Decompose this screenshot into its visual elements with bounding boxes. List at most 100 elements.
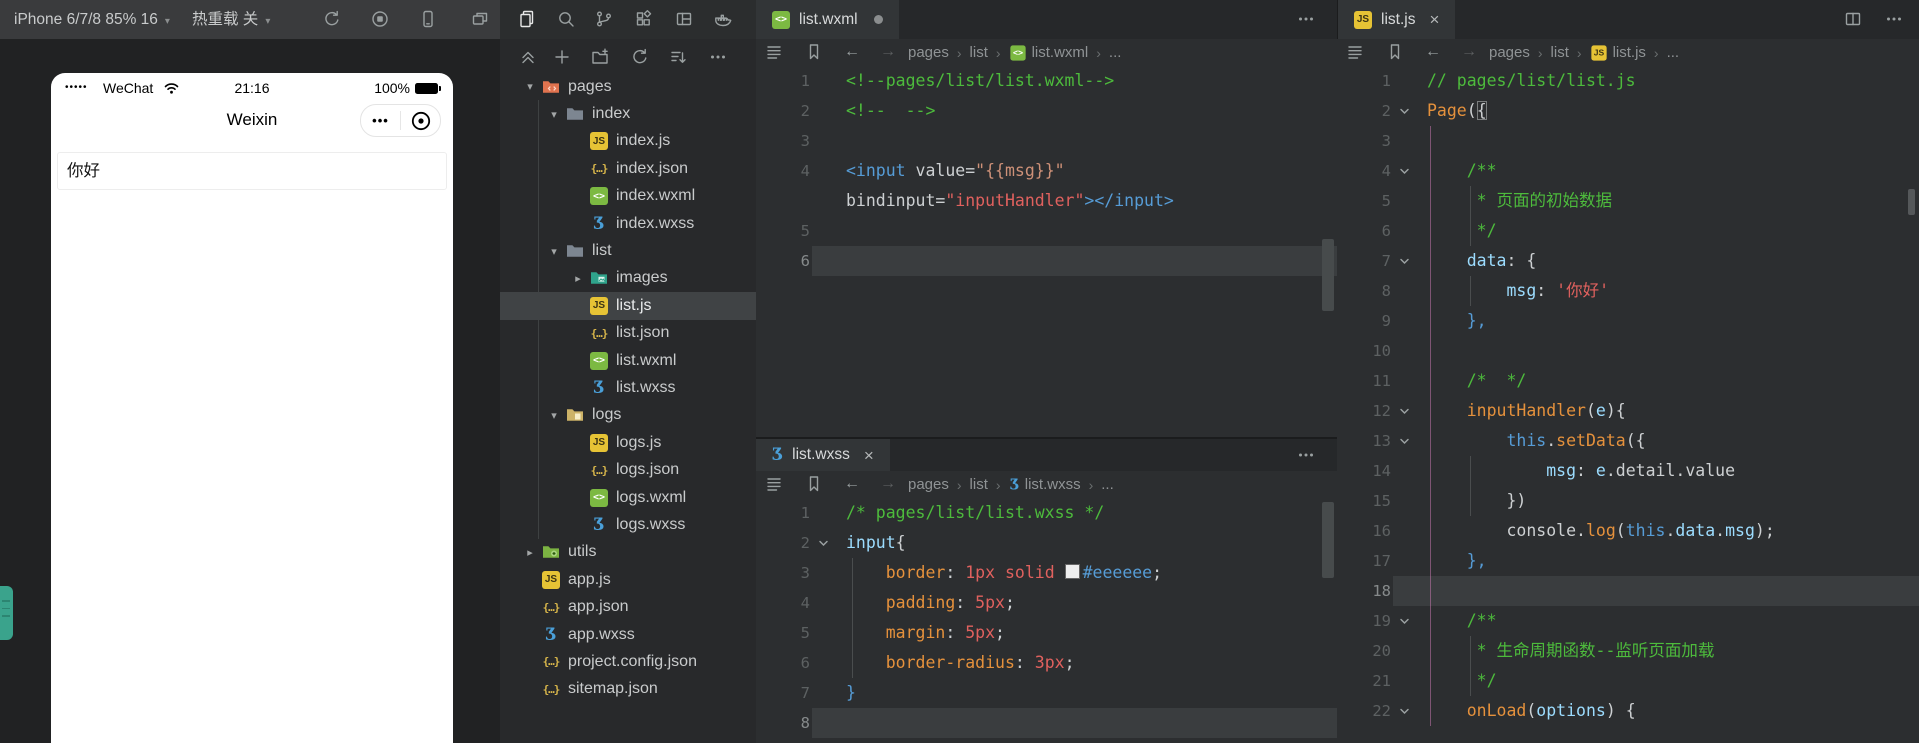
tree-file-sitemap.json[interactable]: {…} sitemap.json bbox=[500, 676, 756, 703]
tree-file-index.js[interactable]: JS index.js bbox=[500, 128, 756, 155]
code-line[interactable]: 7 data: { bbox=[1337, 246, 1919, 276]
outline-icon[interactable] bbox=[1345, 42, 1365, 62]
fold-chevron-icon[interactable] bbox=[810, 528, 836, 558]
code-line[interactable]: 3 border: 1px solid #eeeeee; bbox=[756, 558, 1337, 588]
back-icon[interactable]: ← bbox=[1423, 42, 1443, 62]
forward-icon[interactable]: → bbox=[1459, 42, 1479, 62]
fold-chevron-icon[interactable] bbox=[1391, 606, 1417, 636]
refresh-icon[interactable] bbox=[630, 47, 650, 67]
code-line[interactable]: 4 <input value="{{msg}}" bbox=[756, 156, 1337, 186]
more-icon[interactable] bbox=[1296, 9, 1316, 29]
breadcrumb-item[interactable]: JS list.js bbox=[1590, 44, 1646, 62]
scrollbar[interactable] bbox=[1908, 189, 1915, 215]
js-code-area[interactable]: 1// pages/list/list.js 2 Page({3 4 /** 5 * 页… bbox=[1337, 66, 1919, 726]
bookmark-icon[interactable] bbox=[804, 474, 824, 494]
tab-list-wxml[interactable]: <> list.wxml bbox=[756, 0, 899, 39]
scrollbar[interactable] bbox=[1322, 502, 1334, 578]
bookmark-icon[interactable] bbox=[804, 42, 824, 62]
more-icon[interactable] bbox=[708, 47, 728, 67]
more-icon[interactable] bbox=[1884, 9, 1904, 29]
tree-file-app.wxss[interactable]: Ʒapp.wxss bbox=[500, 621, 756, 648]
code-line[interactable]: 13 this.setData({ bbox=[1337, 426, 1919, 456]
tree-file-app.json[interactable]: {…} app.json bbox=[500, 593, 756, 620]
device-icon[interactable] bbox=[418, 9, 438, 29]
code-line[interactable]: 16 console.log(this.data.msg); bbox=[1337, 516, 1919, 546]
tree-file-logs.wxss[interactable]: Ʒlogs.wxss bbox=[500, 511, 756, 538]
close-icon[interactable]: × bbox=[1429, 11, 1439, 28]
code-line[interactable]: 7} bbox=[756, 678, 1337, 708]
code-line[interactable]: 19 /** bbox=[1337, 606, 1919, 636]
tree-file-app.js[interactable]: JS app.js bbox=[500, 566, 756, 593]
code-line[interactable]: 4 padding: 5px; bbox=[756, 588, 1337, 618]
collapse-icon[interactable] bbox=[518, 47, 538, 67]
tab-list-wxss[interactable]: Ʒ list.wxss × bbox=[756, 439, 890, 471]
menu-dots-icon[interactable]: ••• bbox=[361, 113, 400, 128]
code-line[interactable]: 4 /** bbox=[1337, 156, 1919, 186]
code-line[interactable]: 3 bbox=[756, 126, 1337, 156]
home-target-icon[interactable] bbox=[401, 110, 440, 132]
tree-file-list.json[interactable]: {…} list.json bbox=[500, 320, 756, 347]
code-line[interactable]: 11 /* */ bbox=[1337, 366, 1919, 396]
tree-folder-pages[interactable]: ▾ pages bbox=[500, 73, 756, 100]
fold-chevron-icon[interactable] bbox=[1391, 156, 1417, 186]
tree-file-index.wxml[interactable]: <> index.wxml bbox=[500, 183, 756, 210]
color-swatch[interactable] bbox=[1064, 564, 1080, 579]
split-editor-icon[interactable] bbox=[1843, 9, 1863, 29]
breadcrumb-item[interactable]: ... bbox=[1109, 44, 1122, 61]
outline-icon[interactable] bbox=[764, 42, 784, 62]
code-line[interactable]: 6 */ bbox=[1337, 216, 1919, 246]
outline-icon[interactable] bbox=[764, 474, 784, 494]
files-icon[interactable] bbox=[517, 9, 537, 29]
code-line[interactable]: 5 * 页面的初始数据 bbox=[1337, 186, 1919, 216]
code-line[interactable]: 9 }, bbox=[1337, 306, 1919, 336]
more-icon[interactable] bbox=[1296, 445, 1316, 465]
breadcrumb-item[interactable]: ... bbox=[1101, 476, 1114, 493]
search-icon[interactable] bbox=[556, 9, 576, 29]
breadcrumb-item[interactable]: list bbox=[970, 476, 988, 493]
code-line[interactable]: 6 border-radius: 3px; bbox=[756, 648, 1337, 678]
refresh-icon[interactable] bbox=[322, 9, 342, 29]
breadcrumb-item[interactable]: pages bbox=[1489, 44, 1530, 61]
code-line[interactable]: 1 // pages/list/list.js bbox=[1337, 66, 1919, 96]
close-icon[interactable]: × bbox=[864, 447, 874, 464]
breadcrumb-item[interactable]: list bbox=[1551, 44, 1569, 61]
code-line[interactable]: 5 bbox=[756, 216, 1337, 246]
back-icon[interactable]: ← bbox=[842, 42, 862, 62]
forward-icon[interactable]: → bbox=[878, 474, 898, 494]
breadcrumb-item[interactable]: list bbox=[970, 44, 988, 61]
scrollbar[interactable] bbox=[1322, 239, 1334, 311]
breadcrumb-item[interactable]: <> list.wxml bbox=[1009, 44, 1088, 62]
tree-file-list.wxml[interactable]: <> list.wxml bbox=[500, 347, 756, 374]
code-line[interactable]: bindinput="inputHandler"></input> bbox=[756, 186, 1337, 216]
tree-file-project.config.json[interactable]: {…} project.config.json bbox=[500, 648, 756, 675]
bookmark-icon[interactable] bbox=[1385, 42, 1405, 62]
breadcrumb-item[interactable]: pages bbox=[908, 476, 949, 493]
wxml-code-area[interactable]: 1 <!--pages/list/list.wxml--> 2 <!-- --> 3 4 <… bbox=[756, 66, 1337, 437]
breadcrumb-item[interactable]: Ʒlist.wxss bbox=[1009, 475, 1080, 495]
code-line[interactable]: 1 <!--pages/list/list.wxml--> bbox=[756, 66, 1337, 96]
fold-chevron-icon[interactable] bbox=[1391, 396, 1417, 426]
tree-file-index.json[interactable]: {…} index.json bbox=[500, 155, 756, 182]
device-selector[interactable]: iPhone 6/7/8 85% 16 ▾ bbox=[14, 0, 170, 39]
mini-program-input[interactable]: 你好 bbox=[57, 152, 447, 190]
code-line[interactable]: 8 bbox=[756, 708, 1337, 738]
tree-file-logs.json[interactable]: {…} logs.json bbox=[500, 456, 756, 483]
tree-folder-list[interactable]: ▾ list bbox=[500, 237, 756, 264]
tree-folder-utils[interactable]: ▸ utils bbox=[500, 539, 756, 566]
code-line[interactable]: 14 msg: e.detail.value bbox=[1337, 456, 1919, 486]
tree-file-list.wxss[interactable]: Ʒlist.wxss bbox=[500, 374, 756, 401]
code-line[interactable]: 17 }, bbox=[1337, 546, 1919, 576]
sort-icon[interactable] bbox=[668, 47, 688, 67]
wxss-code-area[interactable]: 1 /* pages/list/list.wxss */ 2 input{3 bord… bbox=[756, 498, 1337, 743]
tree-file-logs.wxml[interactable]: <> logs.wxml bbox=[500, 484, 756, 511]
forward-icon[interactable]: → bbox=[878, 42, 898, 62]
tree-folder-images[interactable]: ▸ images bbox=[500, 265, 756, 292]
hot-reload-toggle[interactable]: 热重载 关 ▾ bbox=[192, 0, 270, 39]
code-line[interactable]: 3 bbox=[1337, 126, 1919, 156]
code-line[interactable]: 20 * 生命周期函数--监听页面加载 bbox=[1337, 636, 1919, 666]
git-branch-icon[interactable] bbox=[594, 9, 614, 29]
tree-folder-logs[interactable]: ▾ logs bbox=[500, 402, 756, 429]
code-line[interactable]: 1 /* pages/list/list.wxss */ bbox=[756, 498, 1337, 528]
new-file-icon[interactable] bbox=[552, 47, 572, 67]
windows-icon[interactable] bbox=[470, 9, 490, 29]
